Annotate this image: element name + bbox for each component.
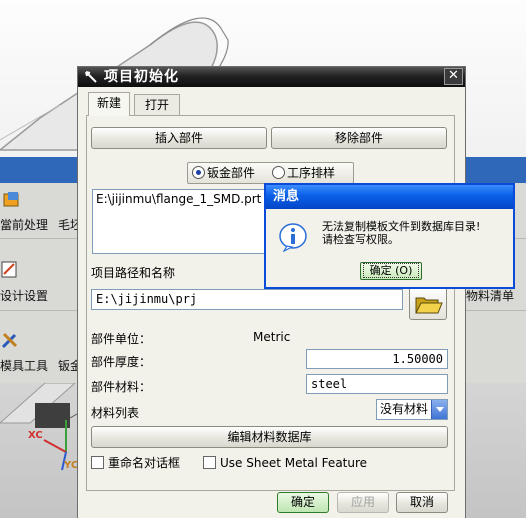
dialog-title: 项目初始化: [104, 69, 179, 85]
rename-dialog-box: [91, 456, 104, 469]
apply-button[interactable]: 应用: [337, 492, 389, 513]
thickness-label: 部件厚度：: [91, 355, 152, 369]
message-line-1: 无法复制模板文件到数据库目录!: [322, 220, 481, 233]
browse-folder-button[interactable]: [409, 286, 447, 320]
message-text: 无法复制模板文件到数据库目录! 请检查写权限。: [322, 220, 512, 246]
project-init-dialog: 项目初始化 ✕ 新建 打开 插入部件 移除部件 钣金部件 工序排样 E:\jij…: [77, 66, 466, 518]
rename-dialog-checkbox[interactable]: 重命名对话框: [91, 456, 180, 471]
message-title: 消息: [273, 189, 300, 204]
parts-list[interactable]: E:\jijinmu\flange_1_SMD.prt: [92, 189, 283, 254]
message-ok-label: 确定 (O): [362, 263, 420, 278]
list-item[interactable]: E:\jijinmu\flange_1_SMD.prt: [96, 192, 279, 206]
part-type-radio-group: 钣金部件 工序排样: [187, 162, 354, 184]
use-sheet-metal-box: [203, 456, 216, 469]
material-label: 部件材料：: [91, 380, 152, 394]
unit-value: Metric: [253, 330, 291, 344]
radio-sheet-metal-dot: [192, 166, 205, 179]
ok-button[interactable]: 确定: [277, 492, 329, 513]
toolbar-label-preprocess[interactable]: 當前处理: [0, 216, 48, 233]
dialog-app-icon: [85, 71, 97, 83]
rename-dialog-label: 重命名对话框: [108, 456, 181, 470]
dialog-title-bar[interactable]: 项目初始化 ✕: [78, 67, 465, 87]
radio-sheet-metal[interactable]: 钣金部件: [192, 166, 255, 180]
unit-label: 部件单位：: [91, 332, 152, 346]
thickness-input[interactable]: 1.50000: [306, 349, 448, 369]
material-input[interactable]: steel: [306, 374, 448, 394]
tab-open[interactable]: 打开: [134, 94, 180, 116]
tab-new[interactable]: 新建: [88, 92, 130, 116]
radio-process-layout[interactable]: 工序排样: [272, 166, 335, 180]
mold-tools-icon: [1, 332, 18, 349]
radio-process-label: 工序排样: [287, 166, 336, 180]
message-title-bar[interactable]: 消息: [266, 185, 513, 209]
folder-icon: [415, 297, 443, 314]
toolbar-label-design-settings[interactable]: 设计设置: [0, 287, 48, 304]
design-settings-icon: [1, 261, 17, 278]
tab-panel-new: 插入部件 移除部件 钣金部件 工序排样 E:\jijinmu\flange_1_…: [86, 115, 455, 491]
info-icon: [279, 223, 307, 252]
radio-process-dot: [272, 166, 285, 179]
toolbar-label-bom[interactable]: 物料清单: [466, 287, 514, 304]
message-ok-button[interactable]: 确定 (O): [360, 262, 422, 280]
toolbar-label-mold-tools[interactable]: 模具工具: [0, 357, 48, 374]
message-box: 消息 无法复制模板文件到数据库目录! 请检查写权限。 确定 (O): [264, 183, 515, 289]
chevron-down-icon[interactable]: [431, 400, 447, 419]
cancel-button[interactable]: 取消: [396, 492, 448, 513]
use-sheet-metal-checkbox[interactable]: Use Sheet Metal Feature: [203, 456, 367, 471]
edit-material-db-button[interactable]: 编辑材料数据库: [91, 426, 448, 448]
insert-part-button[interactable]: 插入部件: [91, 127, 267, 149]
axis-label-xc: XC: [28, 430, 43, 441]
path-input[interactable]: E:\jijinmu\prj: [91, 289, 403, 310]
preprocess-icon: [3, 192, 19, 207]
material-list-label: 材料列表: [91, 406, 140, 420]
message-line-2: 请检查写权限。: [322, 233, 399, 246]
use-sheet-metal-label: Use Sheet Metal Feature: [220, 456, 368, 470]
remove-part-button[interactable]: 移除部件: [271, 127, 447, 149]
dialog-close-button[interactable]: ✕: [444, 68, 463, 85]
path-label: 项目路径和名称: [91, 266, 176, 280]
radio-sheet-metal-label: 钣金部件: [207, 166, 256, 180]
material-list-selected: 没有材料: [380, 402, 429, 416]
material-list-select[interactable]: 没有材料: [376, 399, 448, 420]
